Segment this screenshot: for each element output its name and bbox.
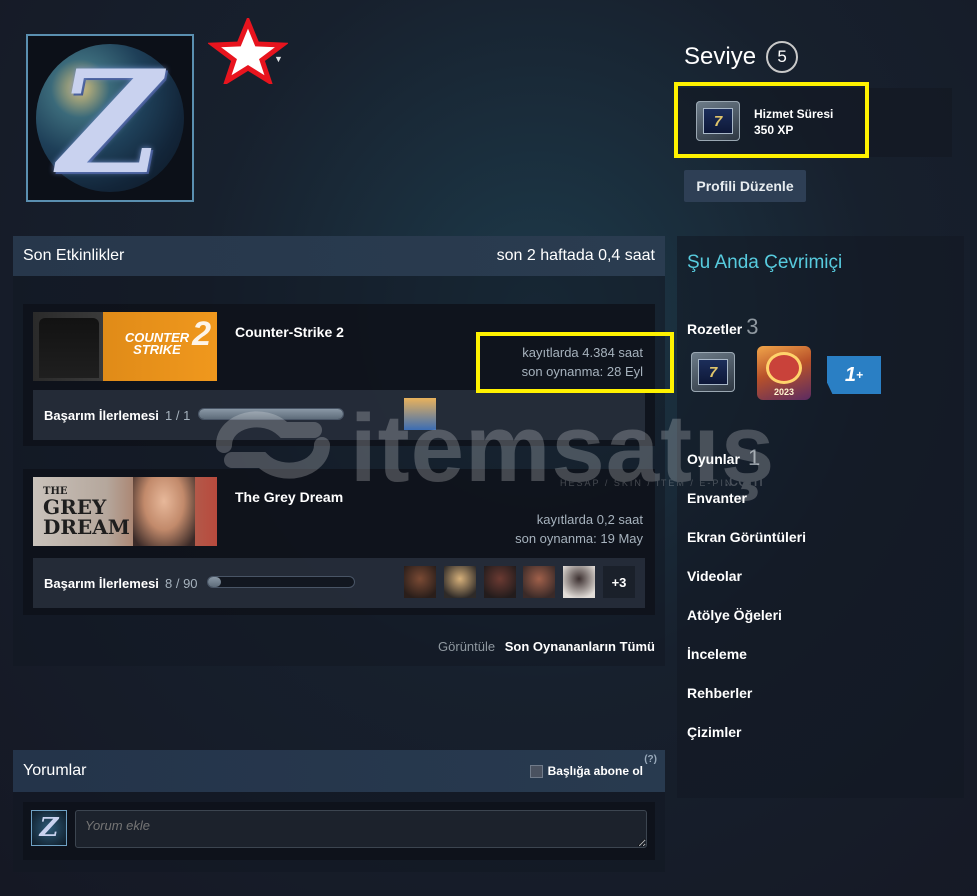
comments-panel: Yorumlar Başlığa abone ol (?) Z (13, 750, 665, 872)
capsule-logo-text: GREY DREAM (43, 495, 130, 539)
sidebar-link-label: Oyunlar (687, 451, 740, 467)
profile-links: Oyunlar 1 Envanter Ekran Görüntüleri Vid… (687, 445, 806, 763)
badges-header[interactable]: Rozetler 3 (687, 314, 758, 340)
achievement-progress-fill (208, 577, 221, 587)
recent-activity-summary: son 2 haftada 0,4 saat (496, 247, 655, 264)
steam-logo-icon (766, 352, 802, 384)
sidebar-link-label: Videolar (687, 568, 742, 584)
star-icon[interactable] (208, 18, 288, 84)
achievement-icon[interactable] (523, 566, 555, 598)
comments-title: Yorumlar (23, 762, 87, 779)
game-capsule-grey-dream[interactable]: THE GREY DREAM (33, 477, 217, 546)
sidebar-link-games[interactable]: Oyunlar 1 (687, 445, 806, 490)
sidebar-link-label: Envanter (687, 490, 747, 506)
badges-label: Rozetler (687, 321, 743, 337)
achievement-count: 1 / 1 (165, 408, 191, 423)
profile-avatar[interactable]: Z (26, 34, 194, 202)
highlight-box-hours (476, 332, 674, 393)
level-badge[interactable]: 5 (766, 41, 799, 73)
game-hours: kayıtlarda 0,2 saat (536, 512, 643, 527)
sidebar-link-reviews[interactable]: İnceleme (687, 646, 806, 685)
recent-activity-header: Son Etkinlikler son 2 haftada 0,4 saat (13, 236, 665, 276)
highlight-box-service (674, 82, 869, 158)
sidebar-link-label: Atölye Öğeleri (687, 607, 782, 623)
online-status: Şu Anda Çevrimiçi (687, 252, 843, 273)
achievement-label: Başarım İlerlemesi (44, 576, 159, 591)
badge-year: 2023 (773, 387, 795, 397)
capsule-logo: COUNTER STRIKE 2 (101, 317, 213, 357)
achievement-icon[interactable] (404, 566, 436, 598)
sidebar-link-artwork[interactable]: Çizimler (687, 724, 806, 763)
achievement-icon[interactable] (563, 566, 595, 598)
capsule-logo: THE GREY DREAM (43, 487, 133, 539)
comment-compose: Z (23, 802, 655, 860)
capsule-artwork (133, 477, 195, 546)
achievement-progress-bar[interactable]: Başarım İlerlemesi 8 / 90 +3 (33, 558, 645, 608)
game-row-the-grey-dream: THE GREY DREAM The Grey Dream kayıtlarda… (23, 469, 655, 615)
sidebar-link-label: Rehberler (687, 685, 753, 701)
more-achievements-button[interactable]: +3 (603, 566, 635, 598)
badges-count: 3 (746, 314, 759, 339)
sidebar-link-guides[interactable]: Rehberler (687, 685, 806, 724)
achievement-icon[interactable] (404, 398, 436, 430)
view-label: Görüntüle (438, 639, 496, 654)
game-stats: kayıtlarda 0,2 saat son oynanma: 19 May (515, 510, 643, 548)
achievement-label: Başarım İlerlemesi (44, 408, 159, 423)
sidebar-link-count: 1 (748, 445, 761, 470)
achievement-count: 8 / 90 (165, 576, 198, 591)
game-capsule-cs2[interactable]: COUNTER STRIKE 2 (33, 312, 217, 381)
achievement-progress (198, 408, 344, 420)
level-section: Seviye 5 (684, 41, 799, 73)
help-icon[interactable]: (?) (644, 754, 657, 765)
badge-number: 1 (844, 363, 857, 386)
capsule-artwork (39, 318, 99, 378)
chevron-down-icon[interactable]: ▼ (274, 54, 283, 64)
capsule-logo-text: COUNTER STRIKE (124, 330, 190, 357)
comments-header: Yorumlar Başlığa abone ol (?) (13, 750, 665, 792)
achievement-progress (207, 576, 355, 588)
sidebar-link-screenshots[interactable]: Ekran Görüntüleri (687, 529, 806, 568)
one-plus-games-badge[interactable]: 1 + (827, 356, 881, 394)
achievement-icon[interactable] (444, 566, 476, 598)
achievement-progress-fill (199, 409, 343, 419)
game-name[interactable]: The Grey Dream (235, 489, 343, 505)
subscribe-thread[interactable]: Başlığa abone ol (?) (529, 754, 657, 778)
sidebar-link-inventory[interactable]: Envanter (687, 490, 806, 529)
sidebar-link-label: Çizimler (687, 724, 742, 740)
achievement-icon[interactable] (484, 566, 516, 598)
badge-number: 7 (698, 359, 728, 385)
recent-activity-panel: Son Etkinlikler son 2 haftada 0,4 saat C… (13, 236, 665, 666)
years-of-service-badge[interactable]: 7 (691, 352, 735, 392)
commenter-avatar: Z (31, 810, 67, 846)
subscribe-checkbox[interactable] (529, 764, 543, 778)
recent-activity-title: Son Etkinlikler (23, 247, 125, 264)
subscribe-label: Başlığa abone ol (547, 764, 643, 778)
capsule-logo-number: 2 (192, 315, 211, 353)
badge-plus: + (856, 368, 864, 382)
achievement-progress-bar[interactable]: Başarım İlerlemesi 1 / 1 (33, 390, 645, 440)
game-last-played: son oynanma: 19 May (515, 531, 643, 546)
view-all-recent: Görüntüle Son Oynananların Tümü (438, 639, 655, 654)
avatar-letter: Z (58, 40, 162, 202)
all-recently-played-link[interactable]: Son Oynananların Tümü (505, 639, 655, 654)
game-name[interactable]: Counter-Strike 2 (235, 324, 344, 340)
sidebar-link-videos[interactable]: Videolar (687, 568, 806, 607)
sidebar-link-workshop[interactable]: Atölye Öğeleri (687, 607, 806, 646)
profile-sidebar: Şu Anda Çevrimiçi Rozetler 3 7 2023 1 + Oy… (677, 236, 964, 798)
sidebar-link-label: İnceleme (687, 646, 747, 662)
edit-profile-button[interactable]: Profili Düzenle (684, 170, 806, 202)
sidebar-link-label: Ekran Görüntüleri (687, 529, 807, 545)
level-label: Seviye (684, 43, 757, 70)
comment-input[interactable] (75, 810, 647, 848)
steam-replay-2023-badge[interactable]: 2023 (757, 346, 811, 400)
